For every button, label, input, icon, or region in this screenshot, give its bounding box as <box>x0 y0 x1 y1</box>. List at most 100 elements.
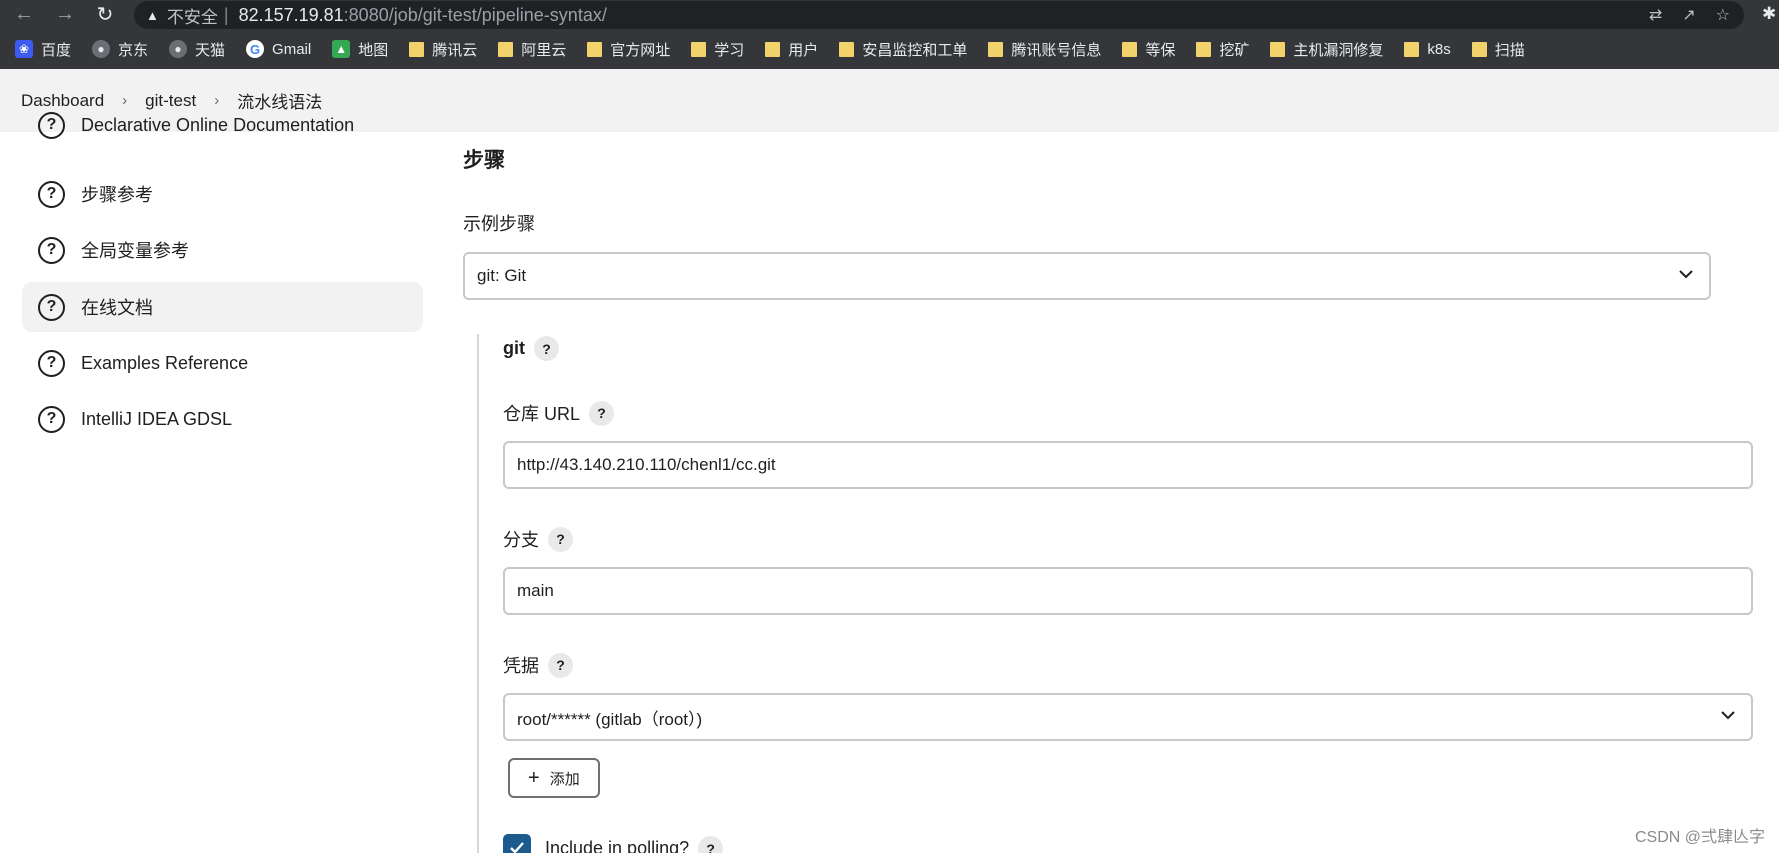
bookmark-label: 主机漏洞修复 <box>1293 41 1384 59</box>
bookmark-item[interactable]: 主机漏洞修复 <box>1270 39 1383 60</box>
url-field[interactable]: ▲ 不安全 | 82.157.19.81 :8080/job/git-test/… <box>134 1 1744 29</box>
bookmark-item[interactable]: ❀ 百度 <box>15 39 71 60</box>
baidu-icon: ❀ <box>15 40 33 58</box>
bookmark-item[interactable]: 安昌监控和工单 <box>839 39 967 60</box>
help-icon[interactable]: ? <box>548 652 573 678</box>
bookmark-label: 挖矿 <box>1219 41 1250 59</box>
credentials-select[interactable]: root/****** (gitlab（root）) <box>503 693 1753 741</box>
sidebar-item-online-docs[interactable]: ? 在线文档 <box>22 282 423 332</box>
repo-url-label-text: 仓库 URL <box>503 404 581 424</box>
credentials-value: root/****** (gitlab（root）) <box>517 709 703 729</box>
folder-icon <box>691 41 707 57</box>
sidebar-item-label: 在线文档 <box>81 298 153 318</box>
folder-icon <box>765 41 781 57</box>
git-title-text: git <box>503 338 525 358</box>
bookmark-item[interactable]: 等保 <box>1122 39 1175 60</box>
browser-address-bar: ← → ↻ ▲ 不安全 | 82.157.19.81 :8080/job/git… <box>0 0 1779 29</box>
back-button[interactable]: ← <box>7 0 41 29</box>
help-icon[interactable]: ? <box>589 400 615 426</box>
bookmark-item[interactable]: 用户 <box>765 39 818 60</box>
share-icon[interactable]: ↗ <box>1682 5 1695 25</box>
forward-button[interactable]: → <box>48 0 82 29</box>
add-button-label: 添加 <box>549 770 580 788</box>
git-title: git ? <box>503 336 559 361</box>
warning-icon: ▲ <box>146 7 159 23</box>
google-icon: G <box>246 40 265 58</box>
globe-icon: ● <box>169 40 188 58</box>
sub-panel-divider <box>477 334 479 853</box>
bookmark-label: 京东 <box>118 41 149 59</box>
sidebar-item-step-reference[interactable]: ? 步骤参考 <box>22 169 423 219</box>
bookmark-label: 腾讯云 <box>432 41 478 59</box>
help-circle-icon: ? <box>38 293 65 321</box>
sidebar-item-label: 全局变量参考 <box>81 241 189 261</box>
help-circle-icon: ? <box>38 349 65 377</box>
bookmark-item[interactable]: G Gmail <box>246 40 311 58</box>
repo-url-input[interactable]: http://43.140.210.110/chenl1/cc.git <box>503 441 1753 489</box>
sidebar-item-declarative-docs[interactable]: ? Declarative Online Documentation <box>22 100 423 150</box>
bookmark-item[interactable]: 学习 <box>691 39 744 60</box>
branch-input[interactable]: main <box>503 567 1753 615</box>
help-circle-icon: ? <box>38 180 65 208</box>
include-polling-checkbox[interactable] <box>503 834 531 853</box>
bookmark-item[interactable]: ● 京东 <box>92 39 148 60</box>
folder-icon <box>498 41 514 57</box>
sidebar-item-examples-reference[interactable]: ? Examples Reference <box>22 338 423 388</box>
url-path: :8080/job/git-test/pipeline-syntax/ <box>343 4 607 25</box>
bookmark-label: 安昌监控和工单 <box>862 41 968 59</box>
credentials-label-text: 凭据 <box>503 656 539 676</box>
url-separator: | <box>223 4 229 25</box>
bookmark-label: 等保 <box>1145 41 1176 59</box>
bookmark-label: 扫描 <box>1494 41 1525 59</box>
bookmark-item[interactable]: ▲ 地图 <box>332 39 388 60</box>
plus-icon: + <box>528 766 540 789</box>
reload-button[interactable]: ↻ <box>88 0 122 29</box>
bookmark-item[interactable]: 腾讯账号信息 <box>988 39 1101 60</box>
help-icon[interactable]: ? <box>534 336 559 361</box>
bookmark-item[interactable]: 腾讯云 <box>409 39 477 60</box>
folder-icon <box>1471 41 1487 57</box>
folder-icon <box>1404 41 1420 57</box>
folder-icon <box>409 41 425 57</box>
help-icon[interactable]: ? <box>548 526 573 552</box>
help-icon[interactable]: ? <box>698 836 724 853</box>
bookmark-star-icon[interactable]: ☆ <box>1716 5 1730 25</box>
bookmark-item[interactable]: k8s <box>1404 40 1451 58</box>
help-circle-icon: ? <box>38 111 65 139</box>
bookmark-item[interactable]: 挖矿 <box>1196 39 1249 60</box>
insecure-label: 不安全 <box>166 7 218 27</box>
section-title: 步骤 <box>463 149 505 172</box>
sidebar-item-global-vars[interactable]: ? 全局变量参考 <box>22 225 423 275</box>
translate-icon[interactable]: ⇄ <box>1649 5 1662 25</box>
add-credentials-button[interactable]: + 添加 <box>508 758 600 798</box>
bookmark-label: 学习 <box>714 41 745 59</box>
sample-step-value: git: Git <box>477 266 527 285</box>
sample-step-label: 示例步骤 <box>463 210 535 236</box>
bookmark-label: 用户 <box>788 41 819 59</box>
bookmark-label: 腾讯账号信息 <box>1011 41 1102 59</box>
folder-icon <box>1196 41 1212 57</box>
bookmark-label: 天猫 <box>195 41 226 59</box>
folder-icon <box>839 41 855 57</box>
bookmark-item[interactable]: 官方网址 <box>587 39 670 60</box>
sample-step-label-text: 示例步骤 <box>463 214 535 234</box>
branch-label-text: 分支 <box>503 530 539 550</box>
sample-step-select[interactable]: git: Git <box>463 252 1711 300</box>
chevron-down-icon <box>1679 270 1693 279</box>
bookmark-item[interactable]: ● 天猫 <box>169 39 225 60</box>
bookmark-label: 百度 <box>41 41 72 59</box>
help-circle-icon: ? <box>38 236 65 264</box>
sidebar-item-label: Declarative Online Documentation <box>81 114 355 135</box>
folder-icon <box>1270 41 1286 57</box>
branch-value: main <box>517 581 554 600</box>
globe-icon: ● <box>92 40 111 58</box>
bookmark-label: 官方网址 <box>610 41 671 59</box>
bookmark-label: 地图 <box>358 41 389 59</box>
checkmark-icon <box>510 842 524 853</box>
extensions-icon[interactable]: ✱ <box>1762 4 1776 24</box>
bookmark-item[interactable]: 扫描 <box>1471 39 1525 60</box>
sidebar-item-intellij-gdsl[interactable]: ? IntelliJ IDEA GDSL <box>22 394 423 444</box>
bookmark-item[interactable]: 阿里云 <box>498 39 566 60</box>
folder-icon <box>1122 41 1138 57</box>
bookmark-label: k8s <box>1427 40 1451 58</box>
